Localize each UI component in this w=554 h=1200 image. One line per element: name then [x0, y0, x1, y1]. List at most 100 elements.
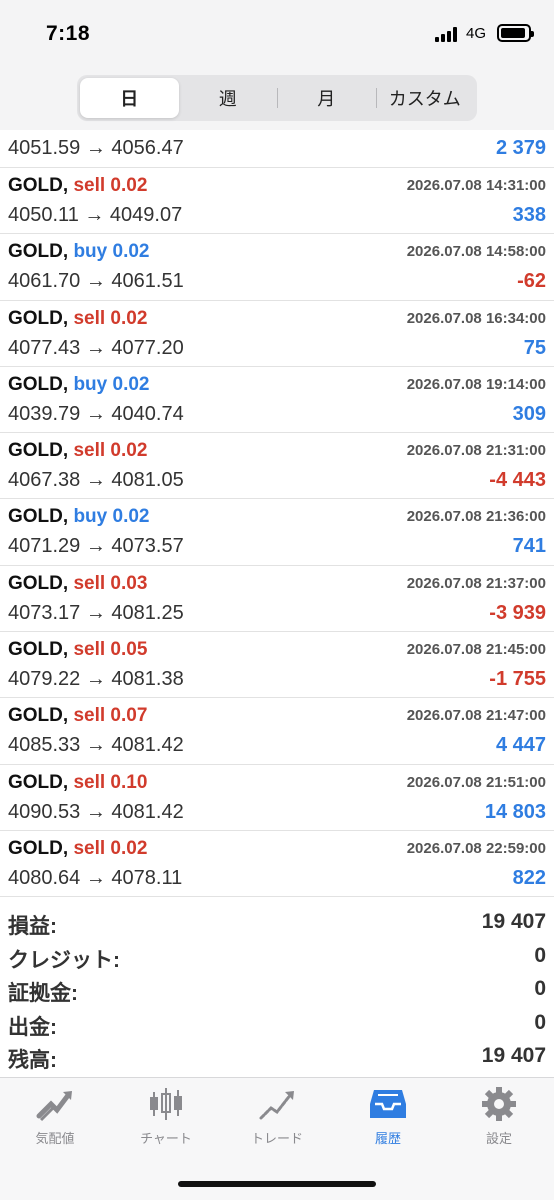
trade-side: sell 0.07: [73, 705, 148, 727]
status-bar: 7:18 4G: [0, 0, 554, 66]
trade-symbol: GOLD,: [8, 705, 69, 727]
trade-profit: -4 443: [489, 469, 546, 492]
tab-history[interactable]: 履歴: [333, 1086, 443, 1156]
trade-time: 2026.07.08 21:37:00: [406, 574, 546, 592]
tab-quotes[interactable]: 気配値: [0, 1086, 110, 1156]
trade-symbol: GOLD,: [8, 639, 69, 661]
trade-symbol: GOLD,: [8, 373, 69, 395]
trade-time: 2026.07.08 21:51:00: [406, 773, 546, 791]
tab-label: 気配値: [35, 1131, 75, 1146]
trade-time: 2026.07.08 21:47:00: [406, 707, 546, 725]
trade-symbol: GOLD,: [8, 440, 69, 462]
trade-profit: 75: [523, 336, 546, 359]
trade-row[interactable]: GOLD, sell 0.10 2026.07.08 21:51:00 4090.5…: [0, 765, 554, 831]
trade-title: GOLD, sell 0.10: [8, 772, 147, 794]
trade-title: GOLD, buy 0.02: [8, 506, 150, 528]
trade-prices: 4079.22 → 4081.38: [8, 668, 184, 691]
trade-prices: 4077.43 → 4077.20: [8, 336, 184, 359]
home-indicator: [178, 1181, 376, 1187]
trade-prices: 4090.53 → 4081.42: [8, 800, 184, 823]
gear-icon: [482, 1087, 516, 1121]
summary-label: 損益:: [8, 915, 57, 938]
trade-symbol: GOLD,: [8, 241, 69, 263]
trade-history-list[interactable]: 4051.59 → 4056.47 2 379 GOLD, sell 0.02 2…: [0, 130, 554, 898]
trade-symbol: GOLD,: [8, 506, 69, 528]
trade-row[interactable]: GOLD, sell 0.02 2026.07.08 22:59:00 4080.6…: [0, 831, 554, 898]
trade-time: 2026.07.08 14:31:00: [406, 177, 546, 194]
tab-trade[interactable]: トレード: [222, 1086, 332, 1156]
summary-row-withdrawal: 出金: 0: [0, 1007, 554, 1041]
trade-prices: 4085.33 → 4081.42: [8, 734, 184, 757]
trade-profit: 2 379: [495, 137, 546, 159]
trade-time: 2026.07.08 14:58:00: [406, 243, 546, 261]
trade-time: 2026.07.08 21:31:00: [406, 442, 546, 460]
trade-symbol: GOLD,: [8, 837, 69, 859]
trade-symbol: GOLD,: [8, 771, 69, 793]
trade-icon: [259, 1091, 294, 1120]
trade-profit: -1 755: [489, 668, 546, 691]
period-tab-day[interactable]: 日: [80, 78, 179, 118]
tab-label: トレード: [250, 1131, 303, 1146]
trade-symbol: GOLD,: [8, 175, 69, 196]
trade-row[interactable]: GOLD, sell 0.02 2026.07.08 21:31:00 4067.3…: [0, 433, 554, 500]
trade-side: sell 0.02: [73, 307, 148, 329]
summary-label: クレジット:: [8, 948, 120, 972]
trade-side: sell 0.10: [73, 771, 148, 793]
trade-profit: 14 803: [484, 800, 546, 823]
summary-label: 残高:: [8, 1049, 57, 1072]
trade-symbol: GOLD,: [8, 307, 69, 329]
summary-row-credit: クレジット: 0: [0, 940, 554, 974]
period-tab-month[interactable]: 月: [277, 78, 376, 118]
cellular-signal-icon: [435, 27, 459, 42]
tab-settings[interactable]: 設定: [444, 1086, 554, 1156]
trade-prices: 4071.29 → 4073.57: [8, 535, 184, 558]
summary-label: 証拠金:: [8, 982, 78, 1005]
trade-prices: 4051.59 → 4056.47: [8, 137, 184, 159]
trade-time: 2026.07.08 21:36:00: [406, 508, 546, 526]
summary-value: 0: [534, 977, 546, 1000]
trade-side: buy 0.02: [73, 373, 150, 395]
trade-side: buy 0.02: [73, 241, 150, 263]
trade-prices: 4073.17 → 4081.25: [8, 601, 184, 624]
trade-side: sell 0.02: [73, 837, 148, 859]
trade-side: sell 0.03: [73, 572, 148, 594]
trade-row[interactable]: GOLD, sell 0.07 2026.07.08 21:47:00 4085.3…: [0, 698, 554, 765]
period-tab-week[interactable]: 週: [179, 78, 278, 118]
trade-title: GOLD, sell 0.05: [8, 639, 147, 661]
summary-label: 出金:: [8, 1015, 57, 1039]
trade-title: GOLD, sell 0.02: [8, 440, 147, 462]
summary-value: 0: [534, 943, 546, 967]
trade-profit: -3 939: [489, 601, 546, 624]
trade-prices: 4061.70 → 4061.51: [8, 270, 184, 293]
trade-title: GOLD, sell 0.03: [8, 573, 147, 595]
summary-row-profit: 損益: 19 407: [0, 906, 554, 940]
tab-label: 履歴: [374, 1131, 401, 1146]
trade-row[interactable]: GOLD, buy 0.02 2026.07.08 21:36:00 4071.29…: [0, 499, 554, 566]
tab-chart[interactable]: チャート: [111, 1086, 221, 1156]
trade-prices: 4050.11 → 4049.07: [8, 204, 183, 226]
trade-time: 2026.07.08 22:59:00: [406, 839, 546, 857]
top-area: 7:18 4G 日 週 月 カスタム: [0, 0, 554, 130]
trade-row[interactable]: GOLD, buy 0.02 2026.07.08 14:58:00 4061.70…: [0, 234, 554, 301]
trade-title: GOLD, sell 0.02: [8, 838, 147, 860]
candlestick-icon: [150, 1088, 182, 1120]
trade-profit: 741: [512, 535, 546, 558]
account-summary: 損益: 19 407 クレジット: 0 証拠金: 0 出金: 0 残高: 19 …: [0, 906, 554, 1074]
trade-profit: 822: [512, 866, 546, 889]
trade-row-partial[interactable]: 4051.59 → 4056.47 2 379: [0, 130, 554, 168]
trade-row[interactable]: GOLD, sell 0.03 2026.07.08 21:37:00 4073.1…: [0, 566, 554, 633]
trade-row[interactable]: GOLD, sell 0.02 2026.07.08 16:34:00 4077.4…: [0, 301, 554, 367]
trade-row[interactable]: GOLD, buy 0.02 2026.07.08 19:14:00 4039.79…: [0, 367, 554, 434]
trade-title: GOLD, sell 0.07: [8, 705, 147, 727]
trade-time: 2026.07.08 16:34:00: [406, 309, 546, 327]
status-time: 7:18: [46, 22, 91, 45]
trade-profit: 4 447: [495, 734, 546, 757]
trade-profit: 338: [512, 204, 546, 226]
trade-row[interactable]: GOLD, sell 0.02 2026.07.08 14:31:00 4050.1…: [0, 168, 554, 235]
network-label: 4G: [466, 25, 487, 42]
period-tab-custom[interactable]: カスタム: [375, 78, 475, 118]
trade-row[interactable]: GOLD, sell 0.05 2026.07.08 21:45:00 4079.2…: [0, 632, 554, 699]
trade-time: 2026.07.08 19:14:00: [406, 375, 546, 393]
trade-side: sell 0.05: [73, 639, 148, 661]
trade-symbol: GOLD,: [8, 572, 69, 594]
